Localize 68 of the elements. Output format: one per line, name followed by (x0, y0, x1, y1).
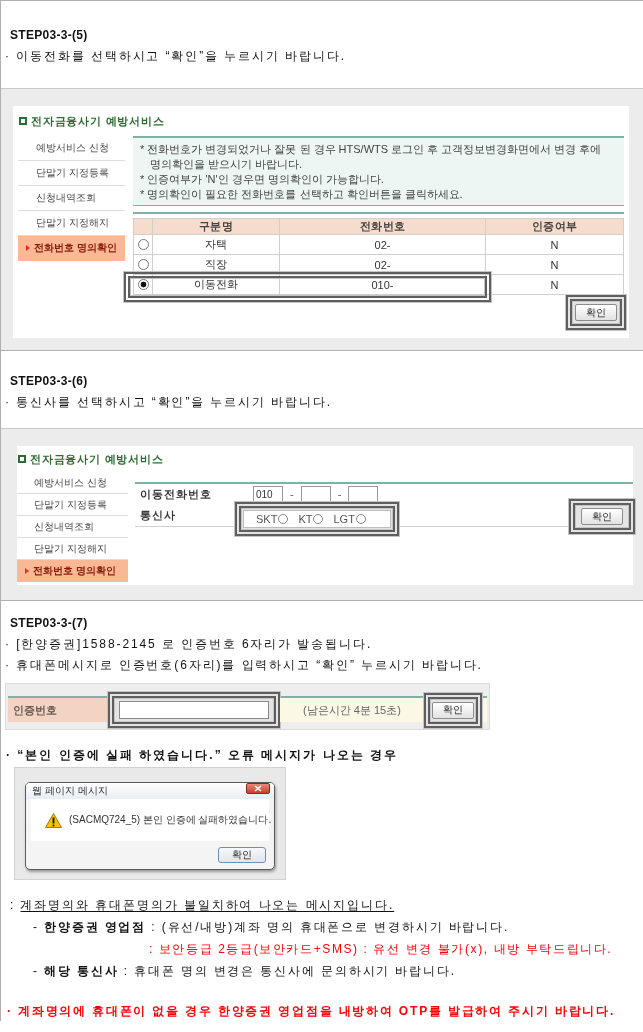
column-header: 구분명 (153, 219, 280, 235)
carrier-option[interactable]: LGT (333, 513, 366, 525)
dash-separator: - (337, 488, 342, 500)
menu-item[interactable]: 전화번호 명의확인 (18, 236, 125, 261)
column-header: 인증여부 (486, 219, 624, 235)
menu-item[interactable]: 예방서비스 신청 (18, 136, 125, 161)
menu-item[interactable]: 신청내역조회 (18, 186, 125, 211)
carrier-option[interactable]: KT (298, 513, 324, 525)
confirm-button[interactable]: 확인 (581, 508, 623, 525)
confirm-button[interactable]: 확인 (575, 304, 617, 321)
input-field[interactable] (300, 486, 331, 502)
triangle-icon (25, 567, 29, 574)
table-cell: 010- (280, 275, 486, 295)
notice-text: * 인증여부가 'N'인 경우면 명의확인이 가능합니다. (140, 172, 385, 187)
section-heading: 전자금융사기 예방서비스 (31, 113, 165, 129)
warning-text: : 보안등급 2등급(보안카드+SMS) : 유선 변경 불가(x), 내방 부탁드립니다. (149, 941, 613, 958)
menu-item[interactable]: 전화번호 명의확인 (17, 560, 128, 582)
table-cell: 자택 (153, 235, 280, 255)
step-title: STEP03-3-(5) (10, 27, 88, 43)
instruction-text: · 통신사를 선택하시고 “확인”을 누르시기 바랍니다. (5, 394, 333, 411)
radio-button[interactable] (355, 514, 366, 524)
dialog-message: (SACMQ724_5) 본인 인증에 실패하였습니다. (69, 813, 272, 827)
notice-text: * 전화번호가 변경되었거나 잘못 된 경우 HTS/WTS 로그인 후 고객정보변경화면에서 변경 후에 명의확인을 받으시기 바랍니다. (140, 142, 603, 172)
ok-button[interactable]: 확인 (218, 847, 266, 863)
note-text: - 한양증권 영업점 : (유선/내방)계좌 명의 휴대폰으로 변경하시기 바랍니다. (33, 919, 510, 936)
menu-item[interactable]: 단말기 지정등록 (18, 161, 125, 186)
table-cell: 이동전화 (153, 275, 280, 295)
alert-text: · 계좌명의에 휴대폰이 없을 경우 한양증권 영업점을 내방하여 OTP를 발급하여 주시기 바랍니다. (7, 1003, 616, 1020)
dialog-title: 웹 페이지 메시지 (32, 784, 108, 798)
input-field[interactable] (348, 486, 379, 502)
radio-button[interactable] (278, 514, 289, 524)
radio-button[interactable] (137, 259, 149, 270)
warning-icon (45, 812, 62, 828)
table-cell: 02- (280, 235, 486, 255)
note-text: - 해당 통신사 : 휴대폰 명의 변경은 통신사에 문의하시기 바랍니다. (33, 963, 456, 980)
confirm-button[interactable]: 확인 (432, 701, 474, 719)
triangle-icon (26, 245, 30, 251)
radio-button[interactable] (137, 239, 149, 250)
instruction-text: · 휴대폰메시지로 인증번호(6자리)를 입력하시고 “확인” 누르시기 바랍니다. (5, 657, 483, 674)
table-cell: N (486, 255, 624, 275)
error-heading: · “본인 인증에 실패 하였습니다.” 오류 메시지가 나오는 경우 (6, 747, 398, 763)
section-heading: 전자금융사기 예방서비스 (30, 451, 164, 467)
table-cell: 직장 (153, 255, 280, 275)
table-cell: N (486, 235, 624, 255)
field-label: 인증번호 (8, 698, 108, 722)
input-field[interactable] (119, 701, 269, 719)
menu-item[interactable]: 예방서비스 신청 (17, 472, 128, 494)
step-title: STEP03-3-(6) (10, 373, 88, 389)
square-bullet-icon (19, 117, 27, 125)
instruction-text: · [한양증권]1588-2145 로 인증번호 6자리가 발송됩니다. (5, 636, 373, 653)
menu-item[interactable]: 단말기 지정등록 (17, 494, 128, 516)
carrier-option[interactable]: SKT (256, 513, 289, 525)
square-bullet-icon (18, 455, 26, 463)
step-title: STEP03-3-(7) (10, 615, 88, 631)
close-button[interactable] (246, 783, 270, 794)
explanation-text: : 계좌명의와 휴대폰명의가 불일치하여 나오는 메시지입니다. (10, 897, 395, 914)
table-cell: 02- (280, 255, 486, 275)
close-icon (254, 785, 262, 792)
radio-button[interactable] (313, 514, 324, 524)
radio-button[interactable] (137, 279, 149, 290)
field-label: 이동전화번호 (139, 486, 213, 502)
notice-text: * 명의확인이 필요한 전화번호를 선택하고 확인버튼을 클릭하세요. (140, 187, 464, 202)
field-label: 통신사 (139, 507, 177, 523)
dash-separator: - (290, 488, 294, 500)
instruction-text: · 이동전화를 선택하시고 “확인”을 누르시기 바랍니다. (5, 48, 346, 65)
column-header: 전화번호 (280, 219, 486, 235)
input-field[interactable]: 010 (253, 486, 283, 502)
menu-item[interactable]: 신청내역조회 (17, 516, 128, 538)
